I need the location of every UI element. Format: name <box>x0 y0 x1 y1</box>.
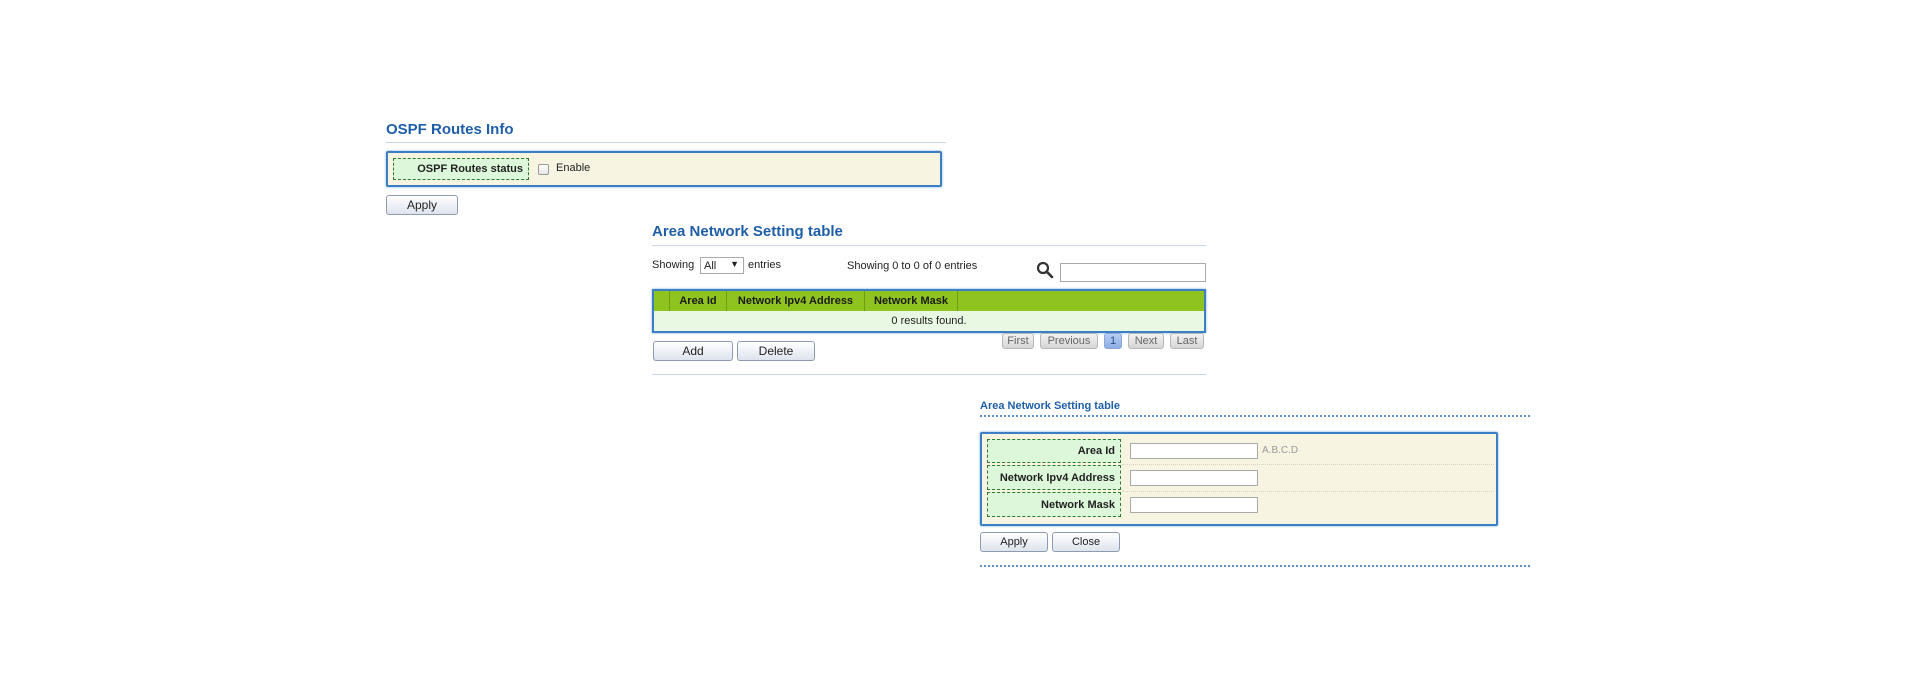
table-empty-row: 0 results found. <box>654 311 1204 331</box>
area-form-apply-button[interactable]: Apply <box>980 532 1048 552</box>
area-id-format-hint: A.B.C.D <box>1262 445 1299 456</box>
delete-button[interactable]: Delete <box>737 341 815 361</box>
area-form-panel: Area Id A.B.C.D Network Ipv4 Address Net… <box>980 432 1498 526</box>
pager-last-button[interactable]: Last <box>1170 333 1204 349</box>
search-icon <box>1036 261 1054 279</box>
area-form-close-button[interactable]: Close <box>1052 532 1120 552</box>
area-form-bottom-separator <box>980 565 1530 567</box>
chevron-down-icon: ▼ <box>730 259 739 269</box>
select-column-header <box>654 291 670 311</box>
entries-label: entries <box>748 259 782 271</box>
pager-first-button[interactable]: First <box>1002 333 1034 349</box>
entries-summary: Showing 0 to 0 of 0 entries <box>847 260 978 272</box>
field-row-divider <box>1122 491 1494 492</box>
search-input[interactable] <box>1060 263 1206 282</box>
area-table-title: Area Network Setting table <box>652 223 843 240</box>
area-form-title: Area Network Setting table <box>980 400 1120 412</box>
ospf-status-label: OSPF Routes status <box>393 158 529 180</box>
field-row-divider <box>1122 464 1494 465</box>
page-size-select[interactable]: All ▼ <box>700 257 744 274</box>
ospf-settings-panel: OSPF Routes status Enable <box>386 151 942 187</box>
area-table-title-separator <box>652 245 1206 246</box>
ospf-title-separator <box>386 142 946 143</box>
pager-previous-button[interactable]: Previous <box>1040 333 1098 349</box>
pager-next-button[interactable]: Next <box>1128 333 1164 349</box>
network-ipv4-input[interactable] <box>1130 470 1258 486</box>
area-id-label: Area Id <box>987 439 1121 463</box>
ospf-enable-checkbox[interactable] <box>538 164 549 175</box>
area-form-top-separator <box>980 415 1530 417</box>
add-button[interactable]: Add <box>653 341 733 361</box>
area-table-bottom-separator <box>652 374 1206 375</box>
area-network-table: Area Id Network Ipv4 Address Network Mas… <box>652 289 1206 333</box>
column-header-area-id[interactable]: Area Id <box>670 291 727 311</box>
pager-page-1-button[interactable]: 1 <box>1104 333 1122 349</box>
column-header-network-mask[interactable]: Network Mask <box>865 291 958 311</box>
showing-label: Showing <box>652 259 695 271</box>
page-size-value: All <box>704 259 717 272</box>
ospf-section-title: OSPF Routes Info <box>386 121 514 138</box>
network-mask-label: Network Mask <box>987 492 1121 517</box>
table-header-row: Area Id Network Ipv4 Address Network Mas… <box>654 291 1204 311</box>
column-header-network-ipv4[interactable]: Network Ipv4 Address <box>727 291 865 311</box>
ospf-apply-button[interactable]: Apply <box>386 195 458 215</box>
network-mask-input[interactable] <box>1130 497 1258 513</box>
ospf-enable-label: Enable <box>556 162 591 174</box>
network-ipv4-label: Network Ipv4 Address <box>987 465 1121 490</box>
pagination: First Previous 1 Next Last <box>1002 333 1206 351</box>
empty-message: 0 results found. <box>891 315 967 327</box>
area-id-input[interactable] <box>1130 443 1258 459</box>
